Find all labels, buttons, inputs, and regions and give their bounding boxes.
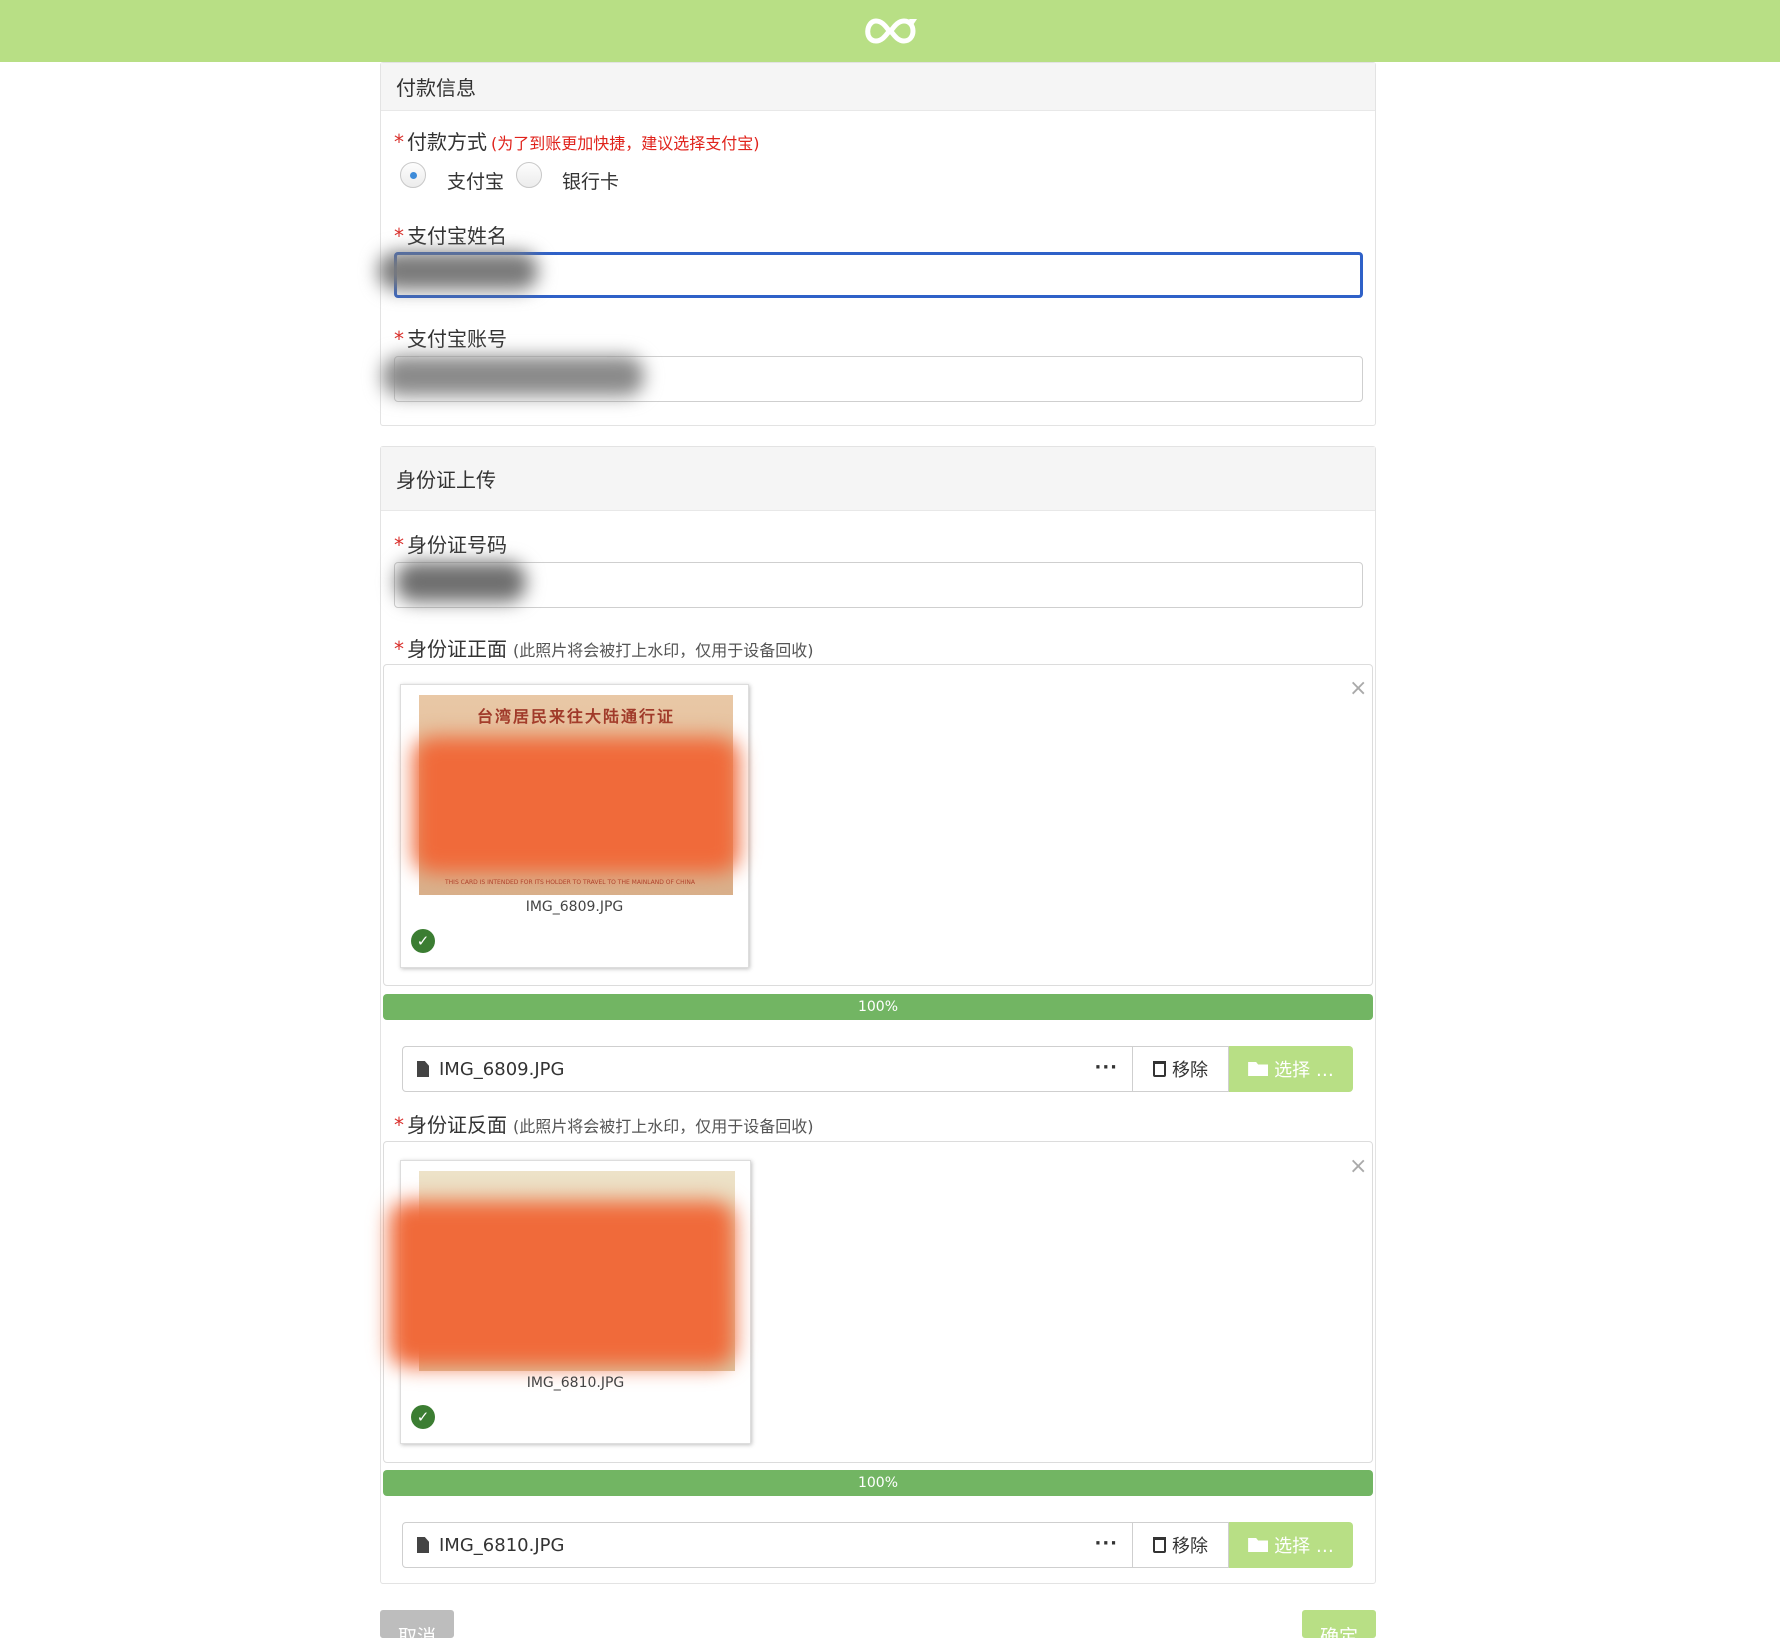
id-back-select-button[interactable]: 选择 … <box>1229 1522 1353 1568</box>
id-front-file-caption[interactable]: IMG_6809.JPG ··· <box>402 1046 1133 1092</box>
id-front-progress-fill: 100% <box>383 994 1373 1020</box>
radio-alipay[interactable] <box>400 162 426 188</box>
alipay-name-input[interactable] <box>394 252 1363 298</box>
id-back-label: * 身份证反面 (此照片将会被打上水印，仅用于设备回收) <box>394 1109 814 1138</box>
id-front-text: 身份证正面 <box>407 637 507 661</box>
id-front-hint: (此照片将会被打上水印，仅用于设备回收) <box>513 641 814 660</box>
id-back-file-caption[interactable]: IMG_6810.JPG ··· <box>402 1522 1133 1568</box>
required-mark: * <box>394 130 404 154</box>
redacted-id-blur <box>396 562 526 602</box>
card-title-text: 台湾居民来往大陆通行证 <box>477 707 676 726</box>
select-label: 选择 … <box>1274 1060 1334 1081</box>
id-back-hint: (此照片将会被打上水印，仅用于设备回收) <box>513 1117 814 1136</box>
payment-panel-title: 付款信息 <box>381 63 1375 111</box>
more-dots-icon: ··· <box>1094 1057 1118 1078</box>
redacted-card-blur <box>413 737 739 873</box>
select-label: 选择 … <box>1274 1536 1334 1557</box>
id-back-filename: IMG_6810.JPG <box>439 1534 565 1556</box>
id-front-label: * 身份证正面 (此照片将会被打上水印，仅用于设备回收) <box>394 633 814 662</box>
payment-method-label: * 付款方式 (为了到账更加快捷，建议选择支付宝) <box>394 126 760 155</box>
id-back-file-input-group: IMG_6810.JPG ··· 移除 选择 … <box>402 1522 1353 1568</box>
redacted-card-back-blur <box>389 1201 735 1367</box>
confirm-button[interactable]: 确定 <box>1302 1610 1376 1648</box>
id-number-input[interactable] <box>394 562 1363 608</box>
payment-method-text: 付款方式 <box>407 130 487 154</box>
id-front-thumb-filename: IMG_6809.JPG <box>525 899 624 915</box>
alipay-name-text: 支付宝姓名 <box>407 224 507 248</box>
radio-bank-label[interactable]: 银行卡 <box>562 167 619 194</box>
id-back-close-icon[interactable]: × <box>1349 1156 1367 1178</box>
file-icon <box>417 1061 429 1077</box>
upload-success-check-icon: ✓ <box>411 1405 435 1429</box>
required-mark: * <box>394 1113 404 1137</box>
required-mark: * <box>394 224 404 248</box>
id-front-filename: IMG_6809.JPG <box>439 1058 565 1080</box>
id-front-progress-bar: 100% <box>383 994 1373 1020</box>
more-dots-icon: ··· <box>1094 1533 1118 1554</box>
id-back-card-image <box>389 1171 735 1371</box>
upload-success-check-icon: ✓ <box>411 929 435 953</box>
cancel-button[interactable]: 取消 <box>380 1610 454 1648</box>
id-back-progress-fill: 100% <box>383 1470 1373 1496</box>
id-back-thumb-filename: IMG_6810.JPG <box>526 1375 625 1391</box>
id-front-select-button[interactable]: 选择 … <box>1229 1046 1353 1092</box>
required-mark: * <box>394 533 404 557</box>
top-header-bar <box>0 0 1780 62</box>
id-front-card-image: 台湾居民来往大陆通行证 THIS CARD IS INTENDED FOR IT… <box>413 695 739 895</box>
alipay-name-label: * 支付宝姓名 <box>394 220 507 249</box>
id-front-remove-button[interactable]: 移除 <box>1133 1046 1229 1092</box>
id-front-thumbnail: 台湾居民来往大陆通行证 THIS CARD IS INTENDED FOR IT… <box>400 684 749 968</box>
infinity-logo-icon <box>865 18 917 44</box>
required-mark: * <box>394 327 404 351</box>
id-front-close-icon[interactable]: × <box>1349 678 1367 700</box>
payment-method-hint: (为了到账更加快捷，建议选择支付宝) <box>491 134 760 153</box>
id-back-text: 身份证反面 <box>407 1113 507 1137</box>
folder-open-icon <box>1248 1538 1269 1552</box>
radio-bank[interactable] <box>516 162 542 188</box>
required-mark: * <box>394 637 404 661</box>
alipay-account-label: * 支付宝账号 <box>394 323 507 352</box>
id-number-text: 身份证号码 <box>407 533 507 557</box>
folder-open-icon <box>1248 1062 1269 1076</box>
alipay-account-text: 支付宝账号 <box>407 327 507 351</box>
id-back-thumbnail: IMG_6810.JPG ✓ <box>389 1160 751 1444</box>
id-back-remove-button[interactable]: 移除 <box>1133 1522 1229 1568</box>
trash-icon <box>1153 1537 1166 1553</box>
redacted-account-blur <box>382 356 644 396</box>
card-footer-text: THIS CARD IS INTENDED FOR ITS HOLDER TO … <box>445 879 695 886</box>
remove-label: 移除 <box>1172 1060 1208 1081</box>
radio-alipay-label[interactable]: 支付宝 <box>447 167 504 194</box>
trash-icon <box>1153 1061 1166 1077</box>
id-front-file-input-group: IMG_6809.JPG ··· 移除 选择 … <box>402 1046 1353 1092</box>
id-back-progress-bar: 100% <box>383 1470 1373 1496</box>
redacted-name-blur <box>378 252 538 290</box>
file-icon <box>417 1537 429 1553</box>
identity-panel-title: 身份证上传 <box>381 447 1375 511</box>
id-number-label: * 身份证号码 <box>394 529 507 558</box>
remove-label: 移除 <box>1172 1536 1208 1557</box>
